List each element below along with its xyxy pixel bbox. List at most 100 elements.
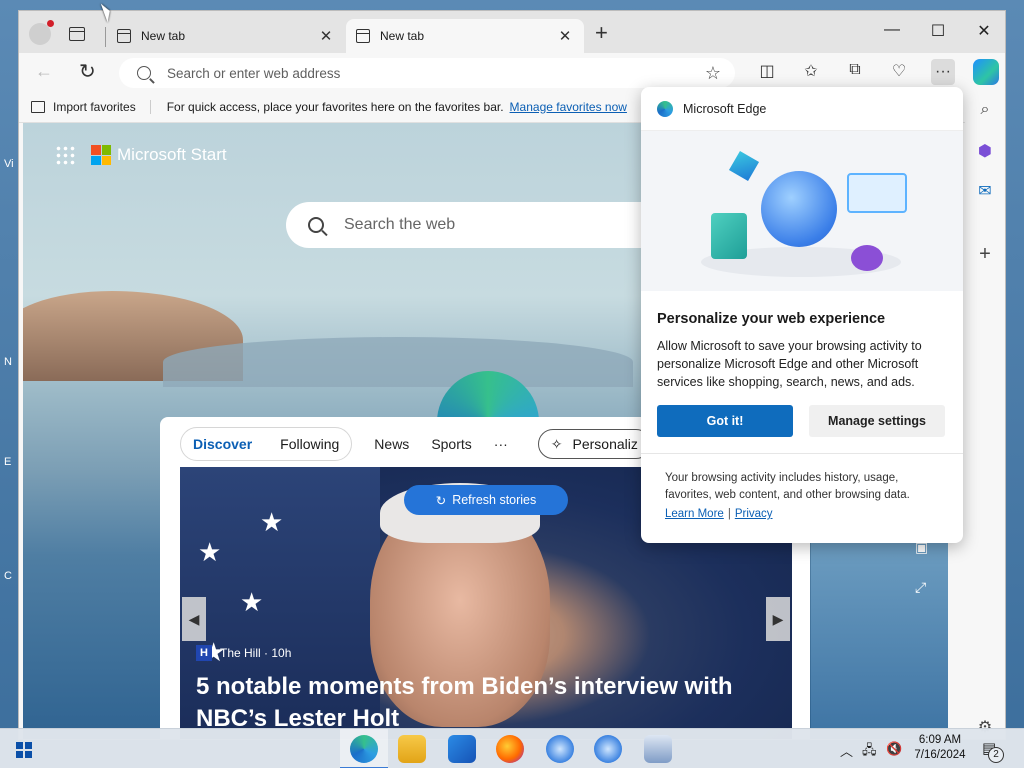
favorites-bar-message: For quick access, place your favorites h… [166,99,504,114]
search-app-icon[interactable] [546,735,574,763]
favorites-icon[interactable]: ✩ [799,61,823,81]
desktop-icon-label[interactable]: C [4,570,12,582]
copilot-icon[interactable] [973,59,999,85]
manage-favorites-link[interactable]: Manage favorites now [510,100,627,114]
microsoft-start-header: Microsoft Start [55,145,227,165]
firefox-icon[interactable] [496,735,524,763]
cube-icon [728,150,760,182]
back-arrow-icon[interactable]: ← [35,61,53,82]
import-favorites-button[interactable]: Import favorites [31,99,151,114]
tab-sports[interactable]: Sports [431,436,471,452]
new-tab-button[interactable]: + [595,22,608,44]
feed-tab-group: Discover Following [180,427,353,461]
privacy-link[interactable]: Privacy [735,508,773,520]
web-search-placeholder: Search the web [344,216,456,233]
close-tab-icon[interactable]: ✕ [317,27,335,45]
link-separator: | [727,508,731,520]
refresh-stories-button[interactable]: ↻ Refresh stories [404,485,568,515]
address-placeholder: Search or enter web address [167,65,341,81]
learn-more-link[interactable]: Learn More [665,508,724,520]
search-app-icon-2[interactable] [594,735,622,763]
more-options-icon[interactable]: ··· [931,59,955,85]
expand-icon[interactable]: ⤢ [915,579,926,596]
dialog-app-name: Microsoft Edge [683,101,767,116]
brand-label[interactable]: Microsoft Start [117,145,227,165]
chart-icon [847,173,907,213]
refresh-icon[interactable]: ↻ [79,59,96,84]
taskbar: ︿ 🖧 🔇 6:09 AM 7/16/2024 ▤ 2 [0,728,1024,768]
shopping-bag-icon [711,213,747,259]
tab-separator [105,27,106,47]
desktop-icon-label[interactable]: E [4,456,11,468]
more-tabs-icon[interactable]: ··· [494,436,508,452]
collections-icon[interactable]: ⧉ [843,61,867,79]
browser-essentials-icon[interactable]: ♡ [887,61,911,81]
minimize-button[interactable]: — [869,21,915,39]
source-logo-icon: H [196,645,212,661]
source-label[interactable]: The Hill · 10h [220,646,291,660]
tab-strip: New tab ✕ New tab ✕ + — ☐ ✕ [19,11,1005,53]
refresh-stories-label: Refresh stories [452,493,537,507]
network-icon[interactable]: 🖧 [862,741,877,763]
sidebar-copilot-shortcut-icon[interactable]: ⬢ [973,141,997,165]
search-icon [308,217,324,233]
tab-new-tab-2-active[interactable]: New tab ✕ [346,19,584,53]
app-launcher-icon[interactable] [55,145,75,165]
start-button-windows-icon[interactable] [16,742,32,758]
edge-sidebar: ⌕ ⬢ ✉ + ⚙ [965,87,1005,739]
profile-avatar-icon[interactable] [29,20,54,45]
personalize-button[interactable]: ✧ Personaliz [537,429,651,459]
tab-label: New tab [141,29,186,43]
maximize-button[interactable]: ☐ [915,21,961,41]
page-icon [117,29,131,43]
personalize-dialog: Microsoft Edge Personalize your web expe… [641,87,963,543]
page-icon [356,29,370,43]
next-story-arrow-icon[interactable]: ▶ [766,597,790,641]
system-clock[interactable]: 6:09 AM 7/16/2024 [908,733,972,763]
desktop-icon-label[interactable]: Vi [4,158,14,170]
sidebar-search-icon[interactable]: ⌕ [973,101,997,125]
clock-date: 7/16/2024 [914,749,966,761]
volume-muted-icon[interactable]: 🔇 [886,741,902,757]
story-headline[interactable]: 5 notable moments from Biden’s interview… [196,671,756,735]
edge-logo-icon [657,100,673,117]
tab-new-tab-1[interactable]: New tab ✕ [107,19,345,53]
tab-following[interactable]: Following [280,436,339,452]
outlook-icon[interactable]: ✉ [973,181,997,205]
microsoft-store-icon[interactable] [448,735,476,763]
split-screen-icon[interactable]: ◫ [755,61,779,81]
microsoft-logo-icon [91,145,111,165]
previous-story-arrow-icon[interactable]: ◀ [182,597,206,641]
tab-discover[interactable]: Discover [193,436,252,452]
dialog-header: Microsoft Edge [641,87,963,131]
manage-settings-button[interactable]: Manage settings [809,405,945,437]
close-window-button[interactable]: ✕ [961,21,1005,41]
dialog-buttons: Got it! Manage settings [641,391,963,437]
tab-news[interactable]: News [374,436,409,452]
clock-time: 6:09 AM [918,734,962,746]
show-hidden-icons-chevron-icon[interactable]: ︿ [840,741,853,760]
browser-toolbar: ← ↻ Search or enter web address ☆ ◫ ✩ ⧉ … [19,53,1005,91]
feed-tabs: Discover Following News Sports ··· ✧ Per… [180,427,651,461]
add-favorite-star-icon[interactable]: ☆ [705,63,721,84]
story-source: H The Hill · 10h [196,645,291,661]
personalize-label: Personaliz [572,436,638,452]
edge-browser-window: New tab ✕ New tab ✕ + — ☐ ✕ ← ↻ Search o… [18,10,1006,740]
import-icon [31,100,45,113]
file-explorer-icon[interactable] [398,735,426,763]
desktop-icon-label[interactable]: N [4,356,12,368]
piggy-bank-icon [851,245,883,271]
got-it-button[interactable]: Got it! [657,405,793,437]
address-bar[interactable]: Search or enter web address ☆ [119,58,735,88]
dialog-footer: Your browsing activity includes history,… [641,453,963,523]
network-app-icon[interactable] [644,735,672,763]
edge-taskbar-icon[interactable] [350,735,378,763]
tab-actions-icon[interactable] [69,27,85,41]
import-favorites-label: Import favorites [53,99,136,114]
person-avatar-icon [761,171,837,247]
search-icon [137,66,151,80]
close-tab-icon[interactable]: ✕ [556,27,574,45]
add-sidebar-app-icon[interactable]: + [973,243,997,267]
tab-label: New tab [380,29,425,43]
dialog-illustration [641,131,963,291]
